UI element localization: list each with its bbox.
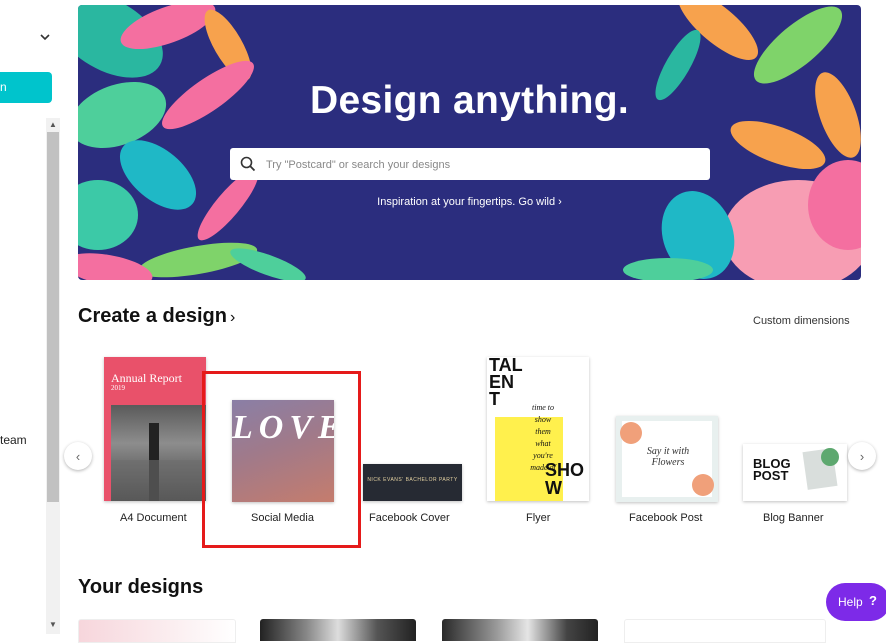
flyer-thumbnail[interactable]: TALENT time to show them what you're mad… [487,357,589,501]
a4-document-thumbnail[interactable]: Annual Report 2019 [104,357,206,501]
left-sidebar: n ▲ ▼ team [0,0,62,641]
sidebar-primary-button-label: n [0,80,7,94]
fb-post-text: Say it with Flowers [646,446,690,468]
chevron-down-icon[interactable] [38,30,52,44]
annual-report-year: 2019 [111,384,125,392]
carousel-next-button[interactable]: › [848,442,876,470]
scroll-down-icon[interactable]: ▼ [49,620,57,629]
carousel-prev-button[interactable]: ‹ [64,442,92,470]
design-search-box[interactable] [230,148,710,182]
tropical-leaves-illustration [78,5,861,280]
sidebar-primary-button[interactable]: n [0,72,52,103]
blog-banner-thumbnail[interactable]: BLOG POST [743,444,847,501]
facebook-post-thumbnail[interactable]: Say it with Flowers [616,416,718,502]
fb-cover-text: NICK EVANS' BACHELOR PARTY [367,477,458,483]
question-icon: ? [869,593,877,608]
chevron-left-icon: ‹ [75,448,81,464]
flyer-show-text: SHOW [545,460,585,498]
search-input[interactable] [264,148,698,182]
inspiration-link[interactable]: Inspiration at your fingertips. Go wild … [78,196,861,208]
facebook-post-label[interactable]: Facebook Post [629,512,702,524]
scroll-up-icon[interactable]: ▲ [49,120,57,129]
search-icon [240,156,256,172]
design-card[interactable] [624,619,826,643]
hero-banner: Design anything. Inspiration at your fin… [78,5,861,280]
design-card[interactable] [442,619,598,641]
flyer-label[interactable]: Flyer [526,512,550,524]
design-card[interactable] [78,619,236,643]
hero-title: Design anything. [310,79,629,122]
help-label: Help [838,595,863,609]
custom-dimensions-link[interactable]: Custom dimensions [753,315,850,327]
your-designs-title: Your designs [78,576,204,598]
flyer-talent-text: TALENT [489,357,523,409]
annual-report-photo [111,405,206,501]
facebook-cover-thumbnail[interactable]: NICK EVANS' BACHELOR PARTY [363,464,462,501]
blog-banner-label[interactable]: Blog Banner [763,512,824,524]
create-design-title: Create a design [78,305,227,327]
chevron-right-icon: › [859,448,865,464]
facebook-cover-label[interactable]: Facebook Cover [369,512,450,524]
sidebar-item-team[interactable]: team [0,433,27,447]
create-design-heading[interactable]: Create a design › [78,305,235,328]
a4-document-label[interactable]: A4 Document [120,512,187,524]
help-button[interactable]: Help ? [826,583,886,621]
design-card[interactable] [260,619,416,641]
sidebar-scrollbar-thumb[interactable] [47,132,59,502]
chevron-right-icon: › [229,309,236,326]
selection-highlight [202,371,361,548]
blog-text: BLOG POST [753,456,791,483]
